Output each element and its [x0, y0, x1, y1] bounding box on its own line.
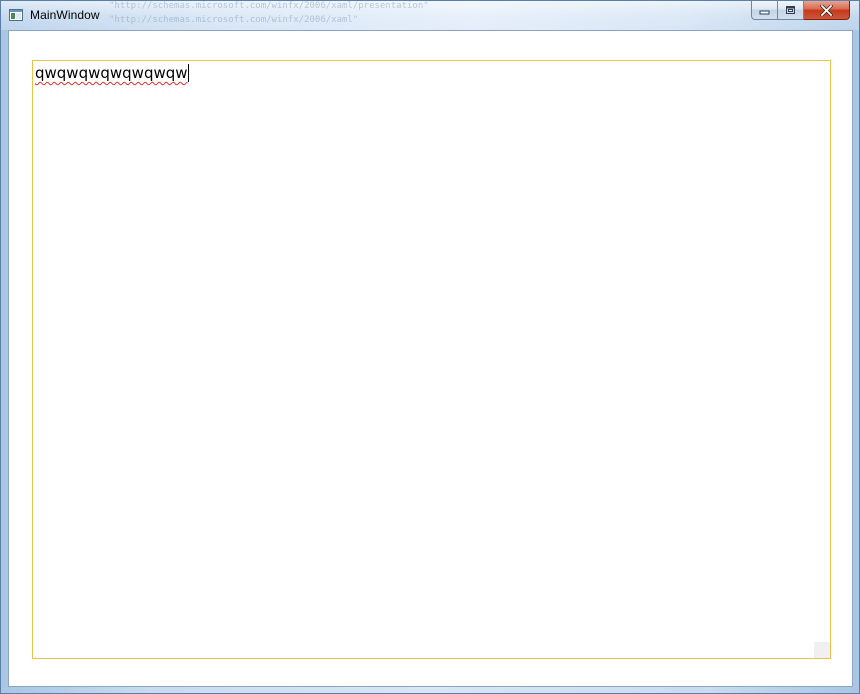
minimize-icon — [759, 10, 770, 14]
window-app-icon[interactable] — [9, 9, 23, 21]
background-ghost-text: "http://schemas.microsoft.com/winfx/2006… — [109, 1, 429, 11]
resize-grip[interactable] — [814, 642, 830, 658]
title-bar[interactable]: "http://schemas.microsoft.com/winfx/2006… — [1, 1, 859, 30]
text-caret — [187, 64, 189, 82]
text-input-value: qwqwqwqwqwqwqw — [35, 64, 188, 82]
text-input-content[interactable]: qwqwqwqwqwqwqw — [35, 64, 189, 82]
caption-buttons — [751, 1, 850, 21]
client-area: qwqwqwqwqwqwqw — [8, 30, 853, 687]
background-ghost-text: "http://schemas.microsoft.com/winfx/2006… — [109, 15, 359, 25]
maximize-icon — [786, 6, 795, 14]
window-title: MainWindow — [30, 8, 100, 22]
close-button[interactable] — [804, 1, 850, 20]
maximize-button[interactable] — [778, 1, 804, 20]
close-icon — [820, 4, 833, 16]
main-window: "http://schemas.microsoft.com/winfx/2006… — [0, 0, 860, 694]
text-input-box[interactable]: qwqwqwqwqwqwqw — [32, 60, 831, 659]
minimize-button[interactable] — [751, 1, 778, 20]
